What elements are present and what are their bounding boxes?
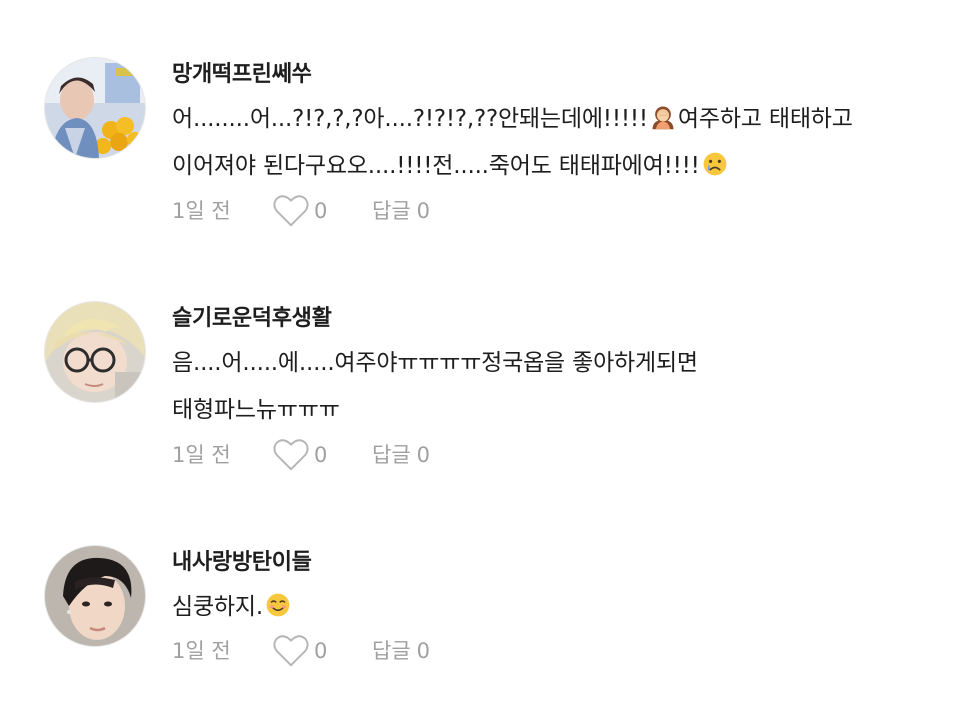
like-count: 0 xyxy=(314,199,328,223)
like-button[interactable]: 0 xyxy=(272,631,327,671)
reply-label: 답글 xyxy=(372,639,411,663)
heart-icon xyxy=(273,439,309,471)
reply-count: 0 xyxy=(416,639,431,663)
reply-button[interactable]: 답글 0 xyxy=(372,435,430,475)
comment-text: 음....어.....에.....여주야ㅠㅠㅠㅠ정국옵을 좋아하게되면 태형파느… xyxy=(172,340,932,434)
comment-time: 1일 전 xyxy=(172,443,231,467)
reply-button[interactable]: 답글 0 xyxy=(372,191,430,231)
avatar[interactable] xyxy=(44,57,146,159)
woman-facepalming-icon xyxy=(649,103,677,131)
comment-username[interactable]: 슬기로운덕후생활 xyxy=(172,300,332,332)
comment-time: 1일 전 xyxy=(172,639,231,663)
comment-text-line2: 태형파느뉴ㅠㅠㅠ xyxy=(172,397,340,423)
avatar[interactable] xyxy=(44,301,146,403)
reply-count: 0 xyxy=(416,443,431,467)
reply-count: 0 xyxy=(416,199,431,223)
heart-icon xyxy=(273,195,309,227)
comment-text-line1: 어........어...?!?,?,?아....?!?!?,??안돼는데에!!… xyxy=(172,106,648,132)
comment-text-line1: 심쿵하지. xyxy=(172,594,263,620)
like-button[interactable]: 0 xyxy=(272,435,327,475)
reply-label: 답글 xyxy=(372,443,411,467)
comment-text: 어........어...?!?,?,?아....?!?!?,??안돼는데에!!… xyxy=(172,96,932,190)
reply-button[interactable]: 답글 0 xyxy=(372,631,430,671)
heart-icon xyxy=(273,635,309,667)
like-button[interactable]: 0 xyxy=(272,191,327,231)
comment-username[interactable]: 망개떡프린쎄쑤 xyxy=(172,56,312,88)
comment-text-line2: 이어져야 된다구요오....!!!!전.....죽어도 태태파에여!!!! xyxy=(172,153,700,179)
like-count: 0 xyxy=(314,639,328,663)
reply-label: 답글 xyxy=(372,199,411,223)
comment-text-line1: 음....어.....에.....여주야ㅠㅠㅠㅠ정국옵을 좋아하게되면 xyxy=(172,350,698,376)
like-count: 0 xyxy=(314,443,328,467)
avatar[interactable] xyxy=(44,545,146,647)
crying-face-icon xyxy=(701,150,729,178)
comment-time: 1일 전 xyxy=(172,199,231,223)
comment-text-line1-end: 여주하고 태태하고 xyxy=(677,106,853,132)
comment-text: 심쿵하지. xyxy=(172,584,932,631)
comment-username[interactable]: 내사랑방탄이들 xyxy=(172,544,312,576)
smiling-face-icon xyxy=(264,591,292,619)
